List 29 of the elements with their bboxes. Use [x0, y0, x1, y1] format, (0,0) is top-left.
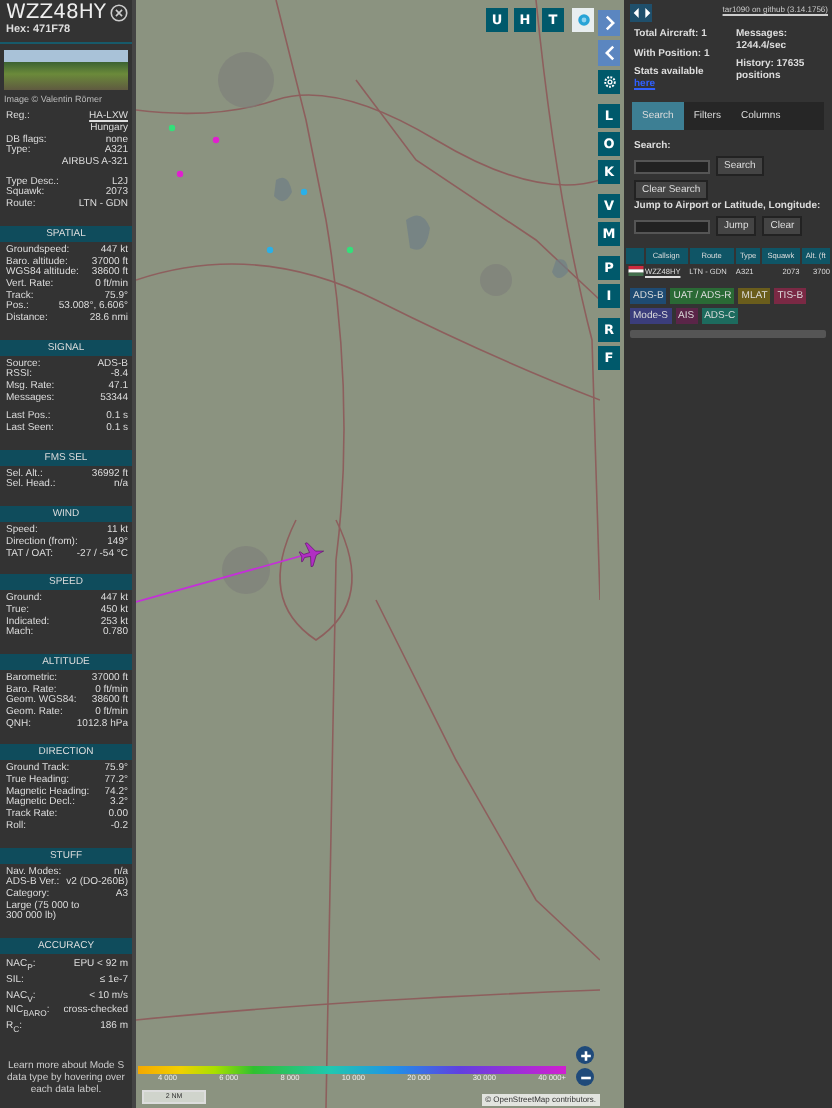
flag-icon: [627, 266, 643, 276]
jump-field[interactable]: [634, 219, 710, 233]
marker-dot: [168, 124, 176, 132]
marker-dot: [266, 246, 274, 254]
marker-dot: [176, 170, 184, 178]
layers-button[interactable]: [572, 8, 594, 32]
chevron-left-icon: [601, 44, 617, 62]
marker-dot: [300, 188, 308, 196]
plus-icon: [577, 1047, 593, 1063]
marker-dot: [212, 136, 220, 144]
marker-dot: [346, 246, 354, 254]
collapse-button[interactable]: [598, 40, 620, 66]
zoom-out-button[interactable]: [576, 1068, 594, 1086]
settings-icon: [601, 74, 617, 90]
lake-shape: [552, 259, 568, 278]
close-icon[interactable]: [108, 3, 128, 23]
ring-road-line: [279, 519, 353, 641]
panel-toggle-button[interactable]: [630, 4, 652, 22]
search-field[interactable]: [634, 159, 710, 173]
chevron-right-icon: [601, 14, 617, 32]
double-arrow-icon: [631, 6, 651, 20]
layers-icon: [575, 12, 591, 28]
callsign: WZZ48HY: [6, 2, 106, 24]
zoom-in-button[interactable]: [576, 1046, 594, 1064]
aircraft-icon: [298, 542, 324, 567]
photo-placeholder: [4, 50, 128, 91]
horizontal-scrollbar[interactable]: [630, 330, 826, 338]
expand-button[interactable]: [598, 10, 620, 36]
settings-button[interactable]: [598, 70, 620, 94]
